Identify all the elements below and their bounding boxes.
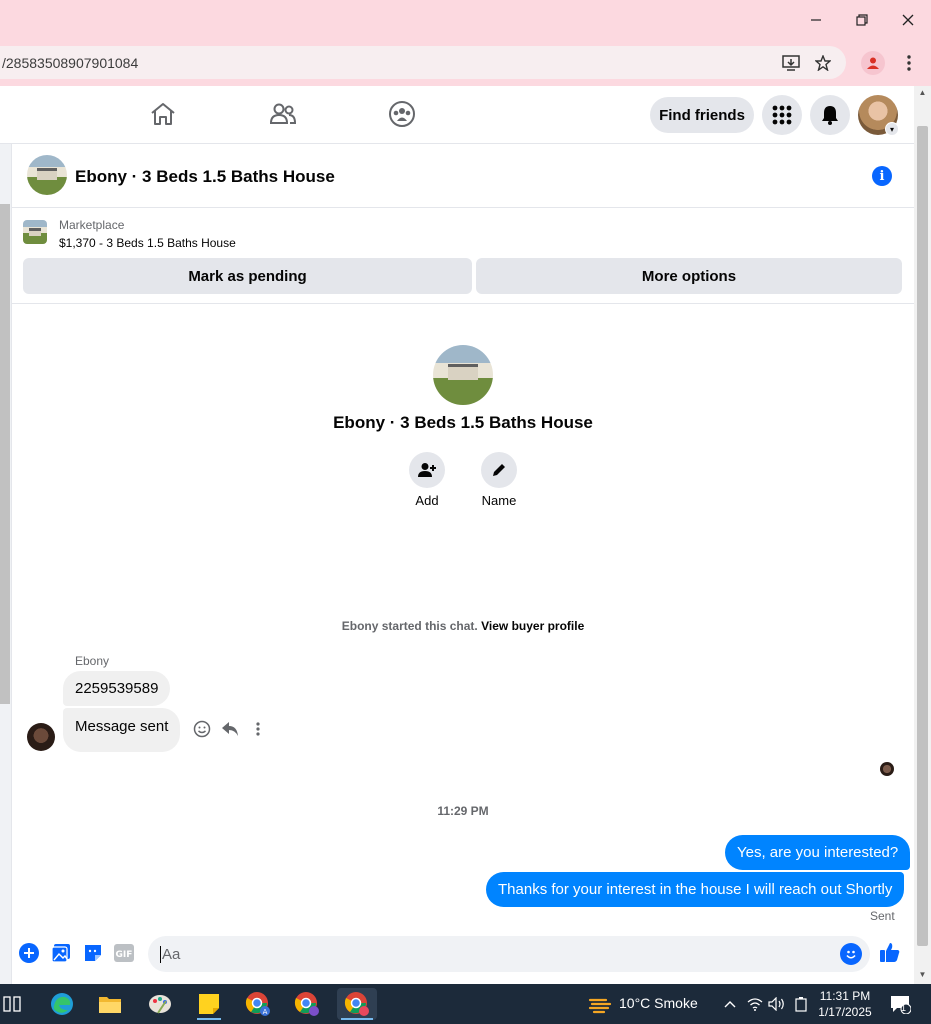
view-buyer-profile-link[interactable]: View buyer profile [481,619,584,633]
emoji-icon[interactable] [840,943,862,965]
address-bar[interactable]: /28583508907901084 [0,46,846,79]
chrome-profile-a-icon[interactable]: A [238,988,278,1020]
message-composer: GIF Aa [12,930,914,978]
message-placeholder: Aa [160,946,181,963]
outgoing-message[interactable]: Yes, are you interested? [725,835,911,870]
restore-icon [856,14,868,26]
sent-status: Sent [870,909,895,923]
svg-text:A: A [263,1008,268,1016]
bookmark-star-icon[interactable] [812,52,834,74]
edit-name-button[interactable] [481,452,517,488]
conversation-title: Ebony · 3 Beds 1.5 Baths House [333,413,593,432]
chat-avatar[interactable] [27,155,67,195]
menu-grid-button[interactable] [762,95,802,135]
name-label: Name [481,493,517,508]
add-person-button[interactable] [409,452,445,488]
clock-time: 11:31 PM [819,989,871,1003]
chevron-down-icon[interactable]: ▾ [885,122,899,136]
window-titlebar [0,0,931,40]
restore-button[interactable] [839,0,885,40]
incoming-message[interactable]: Message sent [63,708,181,752]
wifi-icon[interactable] [745,994,765,1014]
chrome-profile-b-icon[interactable] [287,988,327,1020]
conversation-avatar [433,345,493,405]
svg-text:GIF: GIF [116,950,133,960]
find-friends-button[interactable]: Find friends [650,97,754,133]
file-explorer-icon[interactable] [90,988,130,1020]
photo-icon[interactable] [50,942,72,964]
groups-icon[interactable] [387,99,417,129]
chrome-profile-c-icon[interactable] [337,988,377,1020]
minimize-icon [811,19,821,21]
listing-title[interactable]: $1,370 - 3 Beds 1.5 Baths House [59,236,236,250]
mark-pending-button[interactable]: Mark as pending [23,258,472,294]
gif-icon[interactable]: GIF [113,942,135,964]
pencil-icon [493,464,505,476]
chat-header: Ebony · 3 Beds 1.5 Baths House i [12,144,914,208]
install-app-icon[interactable] [780,52,802,74]
home-icon[interactable] [148,99,178,129]
message-text: Thanks for your interest in the house I … [498,881,893,898]
paint-app-icon[interactable] [140,988,180,1020]
message-text: Yes, are you interested? [737,844,899,861]
system-clock[interactable]: 11:31 PM 1/17/2025 [812,988,878,1020]
close-icon [902,14,914,26]
message-timestamp: 11:29 PM [437,804,489,818]
battery-icon[interactable] [791,994,811,1014]
reply-icon[interactable] [219,718,241,740]
sender-avatar[interactable] [27,723,55,751]
friends-icon[interactable] [268,99,298,129]
more-actions-icon[interactable] [247,718,269,740]
message-text: 2259539589 [75,680,159,697]
edge-browser-icon[interactable] [42,988,82,1020]
minimize-button[interactable] [793,0,839,40]
notification-count: 1 [901,1003,907,1013]
volume-icon[interactable] [767,994,787,1014]
listing-thumbnail[interactable] [23,220,47,244]
weather-icon[interactable] [588,994,612,1014]
outgoing-message[interactable]: Thanks for your interest in the house I … [486,872,905,907]
like-thumb-icon[interactable] [879,941,901,963]
react-icon[interactable] [191,718,213,740]
browser-profile-icon[interactable] [861,51,885,75]
message-text: Message sent [75,718,169,735]
sender-name: Ebony [75,654,110,668]
active-indicator [197,1018,221,1020]
chat-started-notice: Ebony started this chat. View buyer prof… [12,619,914,633]
weather-text[interactable]: 10°C Smoke [619,995,698,1011]
browser-toolbar: /28583508907901084 [0,40,931,86]
notifications-button[interactable] [810,95,850,135]
plus-circle-icon[interactable] [18,942,40,964]
grid-icon [772,105,792,125]
notification-center-icon[interactable]: 1 [888,994,912,1014]
clock-date: 1/17/2025 [818,1005,872,1019]
sticker-icon[interactable] [82,942,104,964]
more-options-button[interactable]: More options [476,258,902,294]
sticky-notes-icon[interactable] [189,988,229,1020]
marketplace-label: Marketplace [59,218,125,232]
windows-taskbar: A 10°C Smoke 11:31 PM 1/17/2025 1 [0,984,931,1024]
chat-title[interactable]: Ebony · 3 Beds 1.5 Baths House [75,167,335,187]
info-icon[interactable]: i [872,166,892,186]
add-label: Add [415,493,439,508]
incoming-message[interactable]: 2259539589 [63,671,171,706]
marketplace-banner: Marketplace $1,370 - 3 Beds 1.5 Baths Ho… [12,208,914,304]
chevron-up-icon[interactable] [720,994,740,1014]
started-text: Ebony started this chat. [341,619,478,633]
active-indicator [341,1018,373,1020]
message-input[interactable]: Aa [148,936,870,972]
left-scrollbar[interactable] [0,144,12,984]
read-receipt-avatar [880,762,894,776]
page-scrollbar[interactable]: ▲ ▼ [914,86,931,984]
browser-menu-icon[interactable] [898,52,920,74]
task-view-icon[interactable] [0,988,32,1020]
bell-icon [822,106,838,125]
facebook-top-nav: Find friends ▾ [0,86,931,144]
close-button[interactable] [885,0,931,40]
url-text: /28583508907901084 [2,55,139,71]
add-person-icon [418,463,436,477]
